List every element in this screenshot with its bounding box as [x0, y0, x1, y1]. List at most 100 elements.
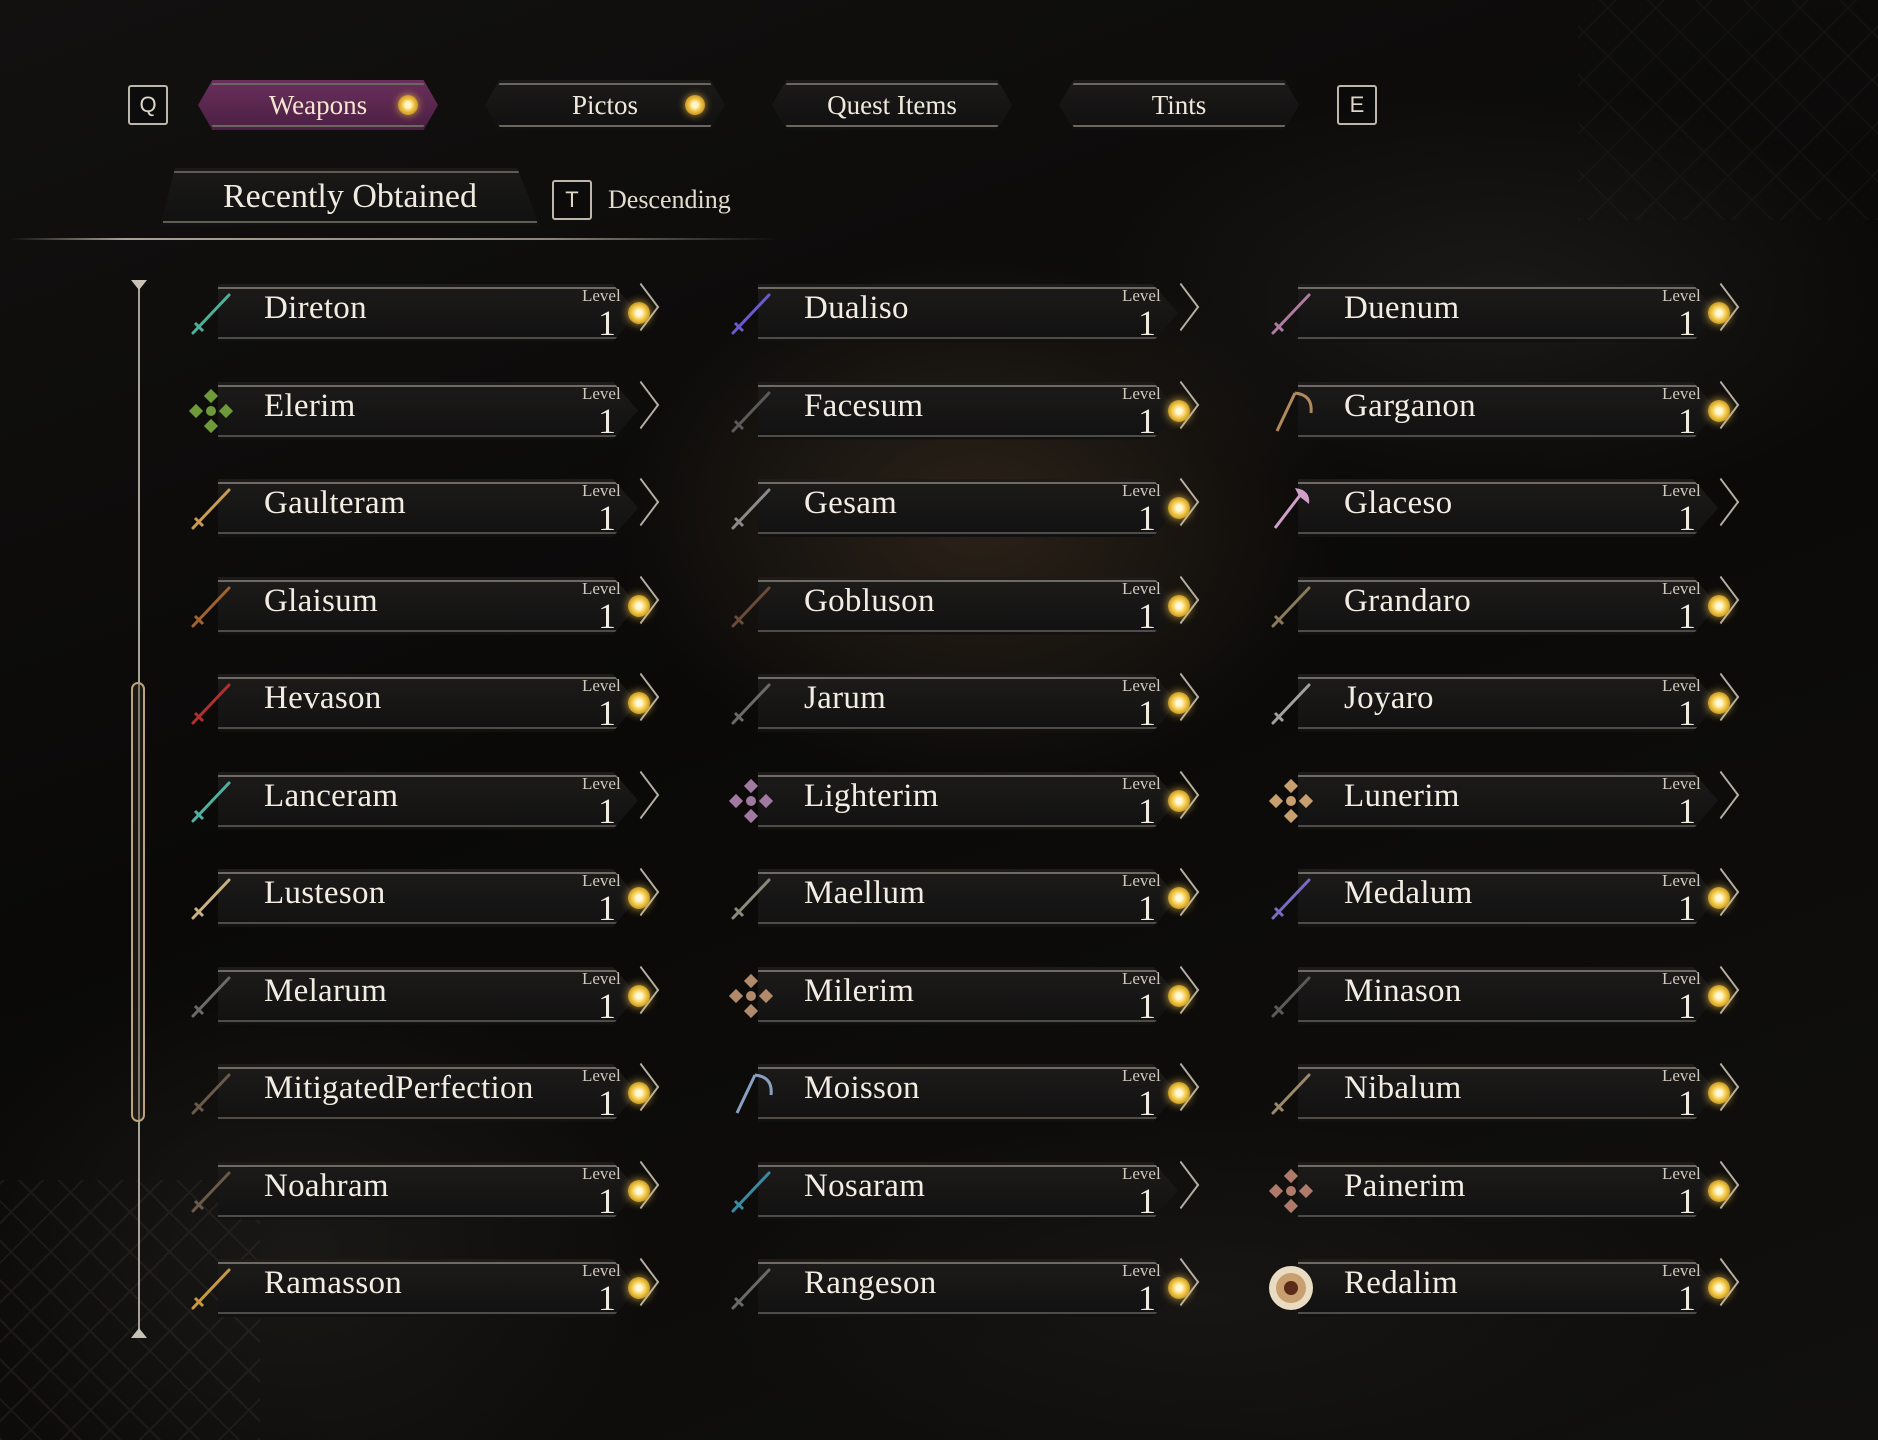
weapon-card[interactable]: Joyaro Level 1: [1260, 672, 1740, 734]
weapon-card[interactable]: Noahram Level 1: [180, 1160, 660, 1222]
weapon-card[interactable]: Direton Level 1: [180, 282, 660, 344]
sword-icon: [1260, 575, 1322, 637]
level-value: 1: [598, 888, 616, 928]
weapon-name: Jarum: [804, 680, 887, 716]
weapon-name: Lusteson: [264, 875, 386, 911]
scrollbar-thumb[interactable]: [131, 682, 145, 1122]
tab-label: Quest Items: [827, 89, 957, 120]
new-indicator-icon: [1168, 692, 1190, 714]
tab-quest-items[interactable]: Quest Items: [772, 80, 1012, 130]
level-value: 1: [1138, 888, 1156, 928]
scroll-down-icon: [131, 1328, 147, 1338]
prev-tab-key[interactable]: Q: [128, 85, 168, 125]
weapon-card[interactable]: Lusteson Level 1: [180, 867, 660, 929]
level-value: 1: [1678, 888, 1696, 928]
weapon-card[interactable]: Ramasson Level 1: [180, 1257, 660, 1319]
level-value: 1: [1678, 595, 1696, 636]
tab-pictos[interactable]: Pictos: [485, 80, 725, 130]
scroll-up-icon: [131, 280, 147, 290]
new-indicator-icon: [685, 95, 705, 115]
weapon-card[interactable]: Gobluson Level 1: [720, 575, 1200, 637]
weapon-grid: Direton Level 1 Dualiso Level 1 Duenum L…: [180, 282, 1760, 1322]
weapon-card[interactable]: Painerim Level 1: [1260, 1160, 1740, 1222]
new-indicator-icon: [1168, 984, 1190, 1007]
weapon-card[interactable]: Garganon Level 1: [1260, 380, 1740, 442]
new-indicator-icon: [628, 984, 650, 1007]
weapon-card[interactable]: Melarum Level 1: [180, 965, 660, 1027]
scythe-icon: [720, 1062, 782, 1124]
sword-icon: [720, 380, 782, 442]
next-tab-key[interactable]: E: [1337, 85, 1377, 125]
level-value: 1: [1138, 790, 1156, 831]
level-value: 1: [598, 1083, 616, 1123]
level-value: 1: [1138, 595, 1156, 636]
new-indicator-icon: [1708, 1277, 1730, 1299]
sword-icon: [1260, 1062, 1322, 1124]
new-indicator-icon: [1708, 1179, 1730, 1202]
weapon-card[interactable]: Lunerim Level 1: [1260, 770, 1740, 832]
level-value: 1: [1138, 400, 1156, 441]
level-value: 1: [1678, 1083, 1696, 1123]
weapon-name: Redalim: [1344, 1265, 1458, 1301]
weapon-name: Noahram: [264, 1167, 389, 1204]
weapon-card[interactable]: Medalum Level 1: [1260, 867, 1740, 929]
level-value: 1: [598, 1278, 616, 1318]
weapon-name: Milerim: [804, 972, 915, 1009]
weapon-card[interactable]: Glaceso Level 1: [1260, 477, 1740, 539]
weapon-name: Direton: [264, 290, 367, 326]
weapon-card[interactable]: Glaisum Level 1: [180, 575, 660, 637]
sword-icon: [720, 1257, 782, 1319]
weapon-card[interactable]: MitigatedPerfection Level 1: [180, 1062, 660, 1124]
level-value: 1: [1678, 303, 1696, 343]
weapon-card[interactable]: Lighterim Level 1: [720, 770, 1200, 832]
weapon-name: Nibalum: [1344, 1070, 1462, 1106]
weapon-card[interactable]: Minason Level 1: [1260, 965, 1740, 1027]
weapon-name: MitigatedPerfection: [264, 1070, 534, 1106]
level-value: 1: [1138, 1083, 1156, 1123]
level-value: 1: [1138, 303, 1156, 343]
sword-icon: [180, 965, 242, 1027]
sort-direction-key[interactable]: T: [552, 180, 592, 220]
weapon-card[interactable]: Nosaram Level 1: [720, 1160, 1200, 1222]
weapon-card[interactable]: Gesam Level 1: [720, 477, 1200, 539]
sword-icon: [1260, 867, 1322, 929]
weapon-card[interactable]: Lanceram Level 1: [180, 770, 660, 832]
weapon-card[interactable]: Moisson Level 1: [720, 1062, 1200, 1124]
weapon-card[interactable]: Gaulteram Level 1: [180, 477, 660, 539]
level-value: 1: [1138, 1278, 1156, 1318]
sort-direction-label: Descending: [608, 185, 731, 214]
weapon-card[interactable]: Hevason Level 1: [180, 672, 660, 734]
new-indicator-icon: [1168, 594, 1190, 617]
sword-icon: [1260, 282, 1322, 344]
level-value: 1: [598, 985, 616, 1026]
weapon-card[interactable]: Redalim Level 1: [1260, 1257, 1740, 1319]
weapon-card[interactable]: Duenum Level 1: [1260, 282, 1740, 344]
weapon-card[interactable]: Dualiso Level 1: [720, 282, 1200, 344]
tab-tints[interactable]: Tints: [1059, 80, 1299, 130]
sword-icon: [180, 1257, 242, 1319]
weapon-name: Minason: [1344, 972, 1462, 1009]
weapon-card[interactable]: Maellum Level 1: [720, 867, 1200, 929]
level-value: 1: [1138, 985, 1156, 1026]
weapon-card[interactable]: Rangeson Level 1: [720, 1257, 1200, 1319]
weapon-name: Medalum: [1344, 875, 1473, 911]
tab-weapons[interactable]: Weapons: [198, 80, 438, 130]
level-value: 1: [1138, 498, 1156, 538]
weapon-card[interactable]: Nibalum Level 1: [1260, 1062, 1740, 1124]
weapon-name: Ramasson: [264, 1265, 403, 1301]
sword-icon: [720, 282, 782, 344]
weapon-card[interactable]: Facesum Level 1: [720, 380, 1200, 442]
weapon-card[interactable]: Grandaro Level 1: [1260, 575, 1740, 637]
sort-mode-button[interactable]: Recently Obtained: [160, 168, 540, 226]
weapon-card[interactable]: Jarum Level 1: [720, 672, 1200, 734]
charm-icon: [1260, 770, 1322, 832]
weapon-card[interactable]: Milerim Level 1: [720, 965, 1200, 1027]
weapon-name: Elerim: [264, 387, 356, 424]
axe-icon: [1260, 477, 1322, 539]
weapon-name: Gesam: [804, 485, 898, 521]
weapon-card[interactable]: Elerim Level 1: [180, 380, 660, 442]
new-indicator-icon: [1708, 887, 1730, 909]
new-indicator-icon: [1168, 497, 1190, 519]
sword-icon: [180, 282, 242, 344]
level-value: 1: [598, 790, 616, 831]
